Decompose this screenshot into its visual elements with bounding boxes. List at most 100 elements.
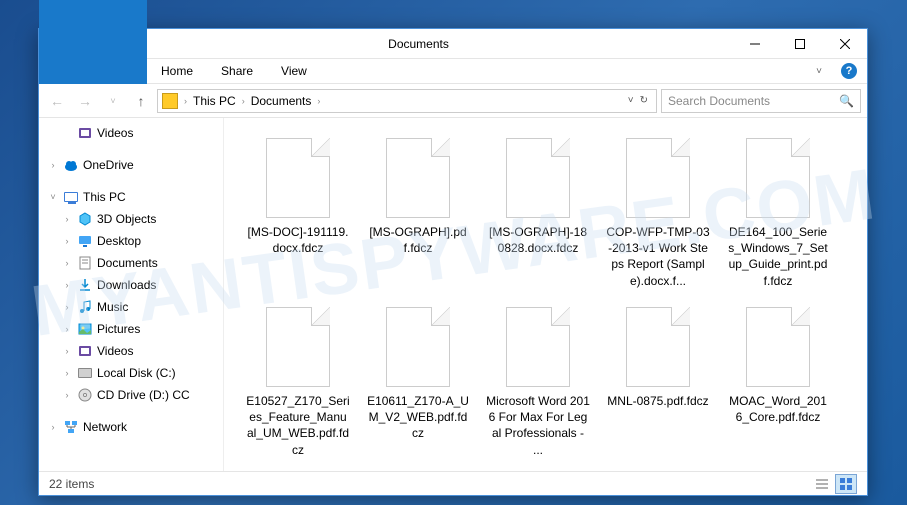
expander-icon[interactable]: › — [61, 280, 73, 290]
explorer-window: ▾ ▾ Documents File Home Share View ˅ ? ←… — [38, 28, 868, 496]
address-dropdown-icon[interactable]: ˅ — [628, 95, 634, 106]
breadcrumb-this-pc[interactable]: This PC — [189, 94, 240, 108]
video-icon — [77, 125, 93, 141]
nav-item-videos[interactable]: Videos — [39, 122, 223, 144]
explorer-body: Videos ›OneDrive ˅ This PC › 3D Objects › Deskt… — [39, 118, 867, 471]
icons-view-button[interactable] — [835, 474, 857, 494]
nav-item-onedrive[interactable]: ›OneDrive — [39, 154, 223, 176]
minimize-button[interactable] — [732, 29, 777, 58]
3d-icon — [77, 211, 93, 227]
nav-item-videos[interactable]: › Videos — [39, 340, 223, 362]
file-item[interactable]: [MS-DOC]-191119.docx.fdcz — [244, 130, 352, 295]
file-icon — [386, 138, 450, 218]
maximize-button[interactable] — [777, 29, 822, 58]
expander-icon[interactable]: › — [61, 258, 73, 268]
up-button[interactable]: ↑ — [129, 89, 153, 113]
nav-item-music[interactable]: ›Music — [39, 296, 223, 318]
expander-icon[interactable]: › — [61, 236, 73, 246]
titlebar[interactable]: ▾ ▾ Documents — [39, 29, 867, 59]
nav-item-desktop[interactable]: › Desktop — [39, 230, 223, 252]
nav-label: Local Disk (C:) — [97, 366, 176, 380]
nav-label: Network — [83, 420, 127, 434]
nav-item-pictures[interactable]: › Pictures — [39, 318, 223, 340]
nav-item-network[interactable]: › Network — [39, 416, 223, 438]
window-controls — [732, 29, 867, 58]
search-input[interactable]: Search Documents 🔍 — [661, 89, 861, 113]
file-item[interactable]: Microsoft Word 2016 For Max For Legal Pr… — [484, 299, 592, 464]
file-icon — [266, 307, 330, 387]
nav-label: Desktop — [97, 234, 141, 248]
search-icon[interactable]: 🔍 — [839, 94, 854, 108]
details-view-button[interactable] — [811, 474, 833, 494]
help-icon[interactable]: ? — [837, 59, 861, 83]
close-button[interactable] — [822, 29, 867, 58]
file-name: MNL-0875.pdf.fdcz — [605, 393, 710, 409]
recent-dropdown-icon[interactable]: ˅ — [101, 89, 125, 113]
file-icon — [746, 307, 810, 387]
expander-icon[interactable]: › — [61, 214, 73, 224]
nav-label: Pictures — [97, 322, 140, 336]
expander-icon[interactable]: › — [47, 160, 59, 170]
ribbon-tab-view[interactable]: View — [267, 59, 321, 84]
nav-label: Videos — [97, 126, 133, 140]
chevron-right-icon[interactable]: › — [182, 96, 189, 106]
search-placeholder: Search Documents — [668, 94, 770, 108]
forward-button[interactable]: → — [73, 89, 97, 113]
nav-label: This PC — [83, 190, 126, 204]
pictures-icon — [77, 321, 93, 337]
file-item[interactable]: COP-WFP-TMP-03-2013-v1 Work Steps Report… — [604, 130, 712, 295]
ribbon-expand-icon[interactable]: ˅ — [807, 59, 831, 83]
file-item[interactable]: E10527_Z170_Series_Feature_Manual_UM_WEB… — [244, 299, 352, 464]
expander-icon[interactable]: › — [61, 346, 73, 356]
expander-icon[interactable]: ˅ — [47, 192, 59, 202]
file-item[interactable]: E10611_Z170-A_UM_V2_WEB.pdf.fdcz — [364, 299, 472, 464]
file-name: E10527_Z170_Series_Feature_Manual_UM_WEB… — [244, 393, 352, 458]
file-name: E10611_Z170-A_UM_V2_WEB.pdf.fdcz — [364, 393, 472, 442]
ribbon-tab-home[interactable]: Home — [147, 59, 207, 84]
nav-item-3d-objects[interactable]: › 3D Objects — [39, 208, 223, 230]
address-bar[interactable]: › This PC › Documents › ˅ ↻ — [157, 89, 657, 113]
nav-label: Videos — [97, 344, 133, 358]
documents-icon — [77, 255, 93, 271]
nav-item-local-disk-c-[interactable]: › Local Disk (C:) — [39, 362, 223, 384]
file-name: Microsoft Word 2016 For Max For Legal Pr… — [484, 393, 592, 458]
file-item[interactable]: MNL-0875.pdf.fdcz — [604, 299, 712, 464]
nav-label: CD Drive (D:) CC — [97, 388, 190, 402]
file-item[interactable]: MOAC_Word_2016_Core.pdf.fdcz — [724, 299, 832, 464]
expander-icon[interactable]: › — [47, 422, 59, 432]
music-icon — [77, 299, 93, 315]
desktop-icon — [77, 233, 93, 249]
back-button[interactable]: ← — [45, 89, 69, 113]
nav-item-documents[interactable]: ›Documents — [39, 252, 223, 274]
file-name: MOAC_Word_2016_Core.pdf.fdcz — [724, 393, 832, 425]
nav-label: 3D Objects — [97, 212, 156, 226]
file-name: [MS-OGRAPH]-180828.docx.fdcz — [484, 224, 592, 256]
ribbon-tab-share[interactable]: Share — [207, 59, 267, 84]
breadcrumb-documents[interactable]: Documents — [247, 94, 316, 108]
file-list[interactable]: [MS-DOC]-191119.docx.fdcz [MS-OGRAPH].pdf… — [224, 118, 867, 471]
downloads-icon — [77, 277, 93, 293]
file-name: [MS-DOC]-191119.docx.fdcz — [244, 224, 352, 256]
file-icon — [506, 307, 570, 387]
file-item[interactable]: [MS-OGRAPH].pdf.fdcz — [364, 130, 472, 295]
file-icon — [626, 138, 690, 218]
window-title: Documents — [145, 37, 732, 51]
expander-icon[interactable]: › — [61, 368, 73, 378]
network-icon — [63, 419, 79, 435]
navigation-pane[interactable]: Videos ›OneDrive ˅ This PC › 3D Objects › Deskt… — [39, 118, 224, 471]
nav-item-downloads[interactable]: ›Downloads — [39, 274, 223, 296]
expander-icon[interactable]: › — [61, 390, 73, 400]
file-item[interactable]: [MS-OGRAPH]-180828.docx.fdcz — [484, 130, 592, 295]
chevron-right-icon[interactable]: › — [240, 96, 247, 106]
refresh-icon[interactable]: ↻ — [640, 95, 648, 106]
file-icon — [626, 307, 690, 387]
file-item[interactable]: DE164_100_Series_Windows_7_Setup_Guide_p… — [724, 130, 832, 295]
file-icon — [266, 138, 330, 218]
address-folder-icon — [162, 93, 178, 109]
item-count: 22 items — [49, 477, 94, 491]
nav-item-cd-drive-d-cc[interactable]: › CD Drive (D:) CC — [39, 384, 223, 406]
nav-item-this-pc[interactable]: ˅ This PC — [39, 186, 223, 208]
expander-icon[interactable]: › — [61, 302, 73, 312]
chevron-right-icon[interactable]: › — [315, 96, 322, 106]
expander-icon[interactable]: › — [61, 324, 73, 334]
